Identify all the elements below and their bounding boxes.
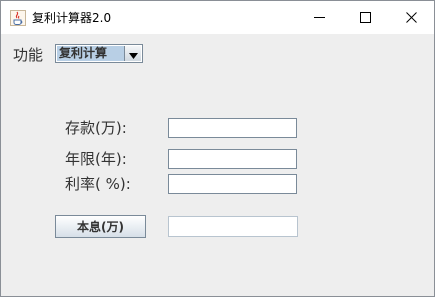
maximize-icon: [359, 12, 371, 23]
result-output: [168, 216, 298, 237]
years-input[interactable]: [168, 149, 297, 169]
title-bar[interactable]: 复利计算器2.0: [1, 1, 434, 34]
maximize-button[interactable]: [342, 1, 388, 34]
rate-label: 利率( %):: [65, 175, 131, 193]
rate-input[interactable]: [168, 174, 297, 194]
triangle-down-icon: [128, 44, 138, 63]
years-label: 年限(年):: [65, 150, 127, 168]
deposit-label: 存款(万):: [65, 119, 127, 137]
window-title: 复利计算器2.0: [32, 11, 112, 25]
function-combobox-value: 复利计算: [57, 46, 124, 61]
deposit-input[interactable]: [168, 118, 297, 138]
minimize-icon: [313, 12, 325, 23]
function-label: 功能: [13, 46, 44, 64]
dropdown-arrow-button[interactable]: [124, 46, 141, 61]
close-button[interactable]: [388, 1, 434, 34]
calculate-principal-interest-button[interactable]: 本息(万): [55, 215, 146, 238]
java-cup-icon: [10, 10, 26, 26]
function-combobox[interactable]: 复利计算: [55, 44, 143, 63]
minimize-button[interactable]: [296, 1, 342, 34]
app-window: 复利计算器2.0 功能 复利计算 存款(万): 年限(年): 利率(%): 本…: [0, 0, 435, 297]
close-icon: [405, 12, 417, 23]
content-panel: 功能 复利计算 存款(万): 年限(年): 利率( %): 本息(万): [1, 34, 434, 296]
